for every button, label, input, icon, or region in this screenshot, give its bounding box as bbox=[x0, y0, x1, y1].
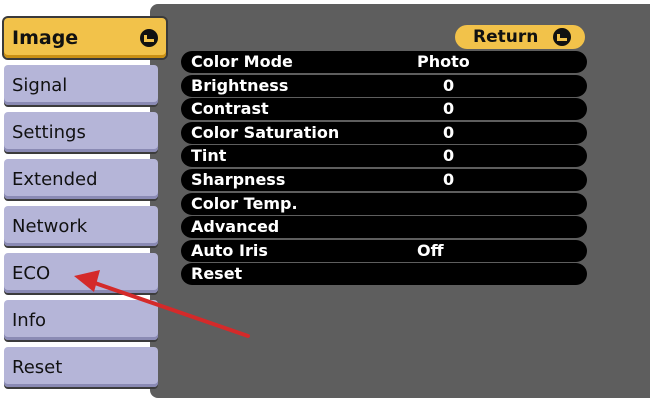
row-label: Advanced bbox=[191, 217, 280, 237]
sidebar-item-image[interactable]: Image bbox=[4, 18, 166, 58]
row-value: 0 bbox=[443, 122, 455, 142]
menu-row-color-mode[interactable]: Color Mode Photo bbox=[181, 51, 587, 73]
menu-row-tint[interactable]: Tint 0 bbox=[181, 145, 587, 168]
row-label: Sharpness bbox=[191, 169, 286, 189]
menu-row-color-saturation[interactable]: Color Saturation 0 bbox=[181, 121, 587, 144]
enter-icon bbox=[553, 28, 571, 46]
menu-row-color-temp[interactable]: Color Temp. bbox=[181, 192, 587, 215]
row-label: Color Mode bbox=[191, 52, 293, 71]
row-label: Color Saturation bbox=[191, 122, 340, 142]
menu-row-auto-iris[interactable]: Auto Iris Off bbox=[181, 239, 587, 262]
projector-menu-screen: Image Signal Settings Extended Network E… bbox=[0, 0, 652, 400]
sidebar-item-signal[interactable]: Signal bbox=[4, 65, 158, 105]
menu-row-contrast[interactable]: Contrast 0 bbox=[181, 98, 587, 121]
menu-row-reset[interactable]: Reset bbox=[181, 263, 587, 286]
row-value: Off bbox=[417, 240, 444, 260]
row-label: Color Temp. bbox=[191, 193, 298, 213]
sidebar-item-network[interactable]: Network bbox=[4, 206, 158, 246]
sidebar-item-label: Reset bbox=[12, 356, 63, 378]
menu-row-brightness[interactable]: Brightness 0 bbox=[181, 74, 587, 97]
row-label: Brightness bbox=[191, 75, 289, 95]
image-settings-list: Color Mode Photo Brightness 0 Contrast 0… bbox=[181, 51, 587, 287]
row-value: 0 bbox=[443, 75, 455, 95]
menu-row-sharpness[interactable]: Sharpness 0 bbox=[181, 168, 587, 191]
row-label: Auto Iris bbox=[191, 240, 268, 260]
sidebar: Image Signal Settings Extended Network E… bbox=[0, 0, 170, 400]
sidebar-item-extended[interactable]: Extended bbox=[4, 159, 158, 199]
row-label: Contrast bbox=[191, 99, 269, 119]
return-button[interactable]: Return bbox=[455, 25, 585, 49]
enter-icon bbox=[140, 29, 158, 47]
sidebar-item-label: Extended bbox=[12, 168, 98, 190]
row-value: Photo bbox=[417, 52, 470, 71]
menu-row-advanced[interactable]: Advanced bbox=[181, 216, 587, 239]
row-value: 0 bbox=[443, 169, 455, 189]
sidebar-item-label: Info bbox=[12, 309, 47, 331]
sidebar-item-label: ECO bbox=[12, 262, 51, 284]
sidebar-item-label: Network bbox=[12, 215, 88, 237]
sidebar-item-label: Signal bbox=[12, 74, 68, 96]
sidebar-item-reset[interactable]: Reset bbox=[4, 347, 158, 387]
sidebar-item-settings[interactable]: Settings bbox=[4, 112, 158, 152]
sidebar-item-info[interactable]: Info bbox=[4, 300, 158, 340]
row-value: 0 bbox=[443, 146, 455, 166]
sidebar-item-label: Settings bbox=[12, 121, 86, 143]
sidebar-item-eco[interactable]: ECO bbox=[4, 253, 158, 293]
row-label: Tint bbox=[191, 146, 227, 166]
row-label: Reset bbox=[191, 264, 243, 284]
return-label: Return bbox=[473, 27, 539, 47]
sidebar-item-label: Image bbox=[12, 27, 79, 49]
row-value: 0 bbox=[443, 99, 455, 119]
